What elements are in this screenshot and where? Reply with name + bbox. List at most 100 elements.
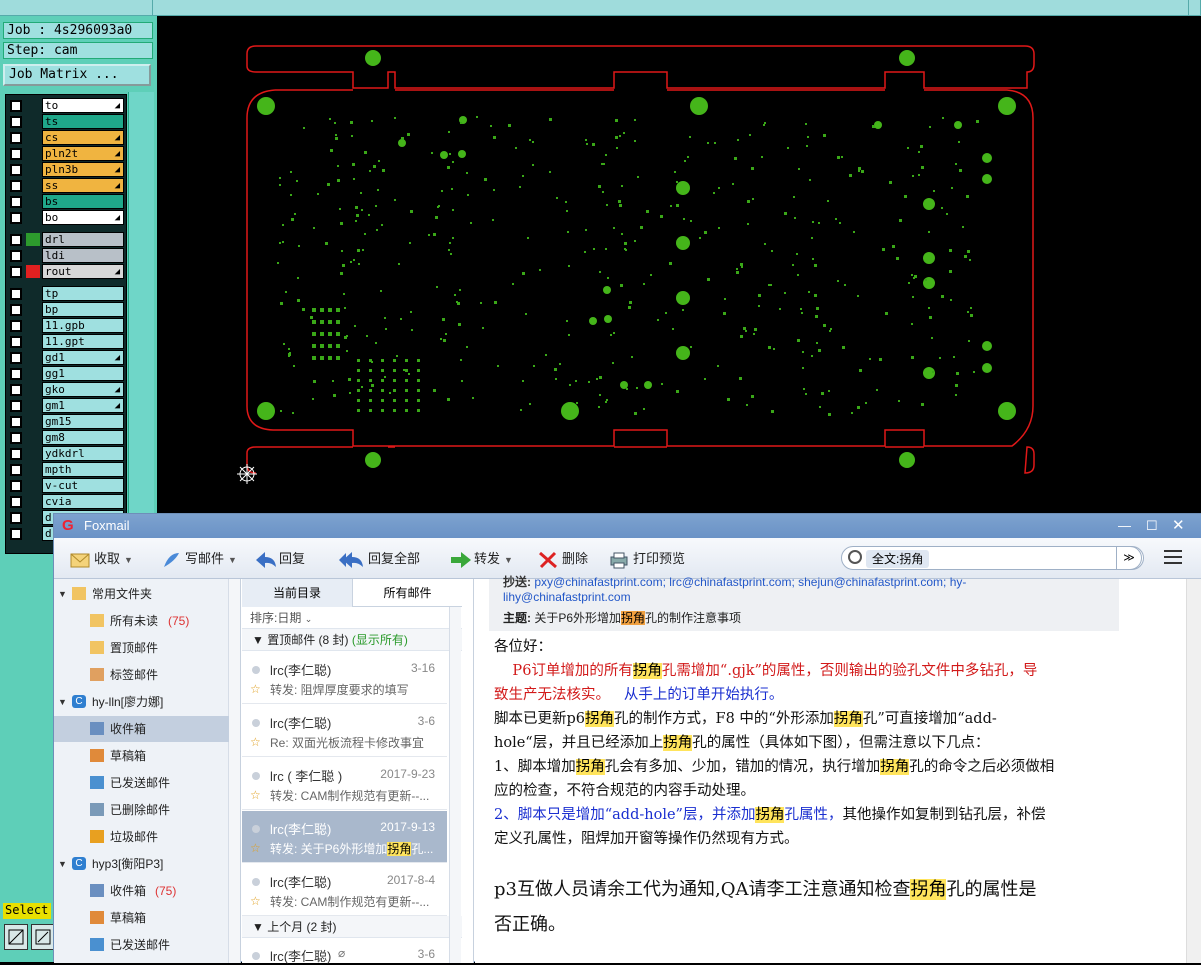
layer-row[interactable]: ts [8,114,126,129]
layer-row[interactable]: gg1 [8,366,126,381]
folder-item[interactable]: 已发送邮件 [54,932,229,958]
layer-row[interactable]: bp [8,302,126,317]
list-item[interactable]: ☆ lrc(李仁聪) 2017-8-4 转发: CAM制作规范有更新--... [242,864,447,916]
layer-checkbox[interactable] [10,480,22,492]
list-item[interactable]: ☆ lrc ( 李仁聪 ) 2017-9-23 转发: CAM制作规范有更新--... [242,758,447,810]
layer-checkbox[interactable] [10,528,22,540]
folder-scrollbar[interactable] [228,579,240,963]
layer-name[interactable]: 11.gpb [42,318,124,333]
folder-item[interactable]: ▼ Chy-lln[廖力娜] [54,689,229,715]
group-pinned[interactable]: ▼ 置顶邮件 (8 封) (显示所有) [242,629,462,651]
chevron-down-icon[interactable]: ▼ [228,555,237,565]
layer-name[interactable]: gg1 [42,366,124,381]
layer-name[interactable]: ss ◢ [42,178,124,193]
print-preview-button[interactable]: 打印预览 [609,548,685,570]
layer-name[interactable]: bp [42,302,124,317]
delete-button[interactable]: 删除 [538,548,588,570]
layer-checkbox[interactable] [10,288,22,300]
chevron-down-icon[interactable]: ▼ [504,555,513,565]
compose-button[interactable]: 写邮件 ▼ [161,548,237,570]
select-tool-icon[interactable] [4,924,28,950]
layer-name[interactable]: bs [42,194,124,209]
layer-row[interactable]: mpth [8,462,126,477]
star-icon[interactable]: ☆ [250,894,261,908]
layer-checkbox[interactable] [10,196,22,208]
close-icon[interactable]: ✕ [1172,516,1185,536]
layer-row[interactable]: 11.gpb [8,318,126,333]
layer-row[interactable]: gm8 [8,430,126,445]
layer-name[interactable]: to ◢ [42,98,124,113]
layer-checkbox[interactable] [10,116,22,128]
layer-row[interactable]: to ◢ [8,98,126,113]
cc-addresses[interactable]: pxy@chinafastprint.com; lrc@chinafastpri… [534,575,966,589]
layer-checkbox[interactable] [10,164,22,176]
tab-all-mail[interactable]: 所有邮件 [352,579,462,607]
layer-row[interactable]: gm1 ◢ [8,398,126,413]
draw-tool-icon[interactable] [31,924,55,950]
pcb-canvas[interactable] [157,16,1201,513]
maximize-icon[interactable]: ☐ [1146,516,1158,536]
folder-item[interactable]: ▼ Chyp3[衡阳P3] [54,851,229,877]
layer-checkbox[interactable] [10,266,22,278]
layer-checkbox[interactable] [10,368,22,380]
layer-name[interactable]: drl [42,232,124,247]
layer-row[interactable]: rout ◢ [8,264,126,279]
layer-name[interactable]: cs ◢ [42,130,124,145]
tab-current-folder[interactable]: 当前目录 [242,579,352,607]
list-item[interactable]: ☆ lrc(李仁聪) 3-6 Re: 双面光板流程卡修改事宜 [242,705,447,757]
layer-name[interactable]: 11.gpt [42,334,124,349]
star-icon[interactable]: ☆ [250,735,261,749]
forward-button[interactable]: 转发 ▼ [450,548,513,570]
group-last-month[interactable]: ▼ 上个月 (2 封) [242,916,462,938]
reader-scrollbar[interactable] [1186,579,1201,963]
star-icon[interactable]: ☆ [250,682,261,696]
layer-row[interactable]: pln3b ◢ [8,162,126,177]
layer-name[interactable]: v-cut [42,478,124,493]
layer-row[interactable]: ydkdrl [8,446,126,461]
layer-checkbox[interactable] [10,132,22,144]
layer-checkbox[interactable] [10,448,22,460]
search-box[interactable]: 全文:拐角 × [841,546,1144,570]
job-matrix-button[interactable]: Job Matrix ... [3,64,151,86]
folder-item[interactable]: ▼ 常用文件夹 [54,581,229,607]
layer-color-swatch[interactable] [26,233,40,246]
mail-list-scrollbar[interactable] [449,607,461,963]
chevron-down-icon[interactable]: ▼ [124,555,133,565]
layer-checkbox[interactable] [10,148,22,160]
layer-row[interactable]: cvia [8,494,126,509]
layer-name[interactable]: cvia [42,494,124,509]
folder-item[interactable]: 置顶邮件 [54,635,229,661]
layer-row[interactable]: v-cut [8,478,126,493]
folder-item[interactable]: 标签邮件 [54,662,229,688]
layer-checkbox[interactable] [10,400,22,412]
layer-color-swatch[interactable] [26,265,40,278]
layer-row[interactable]: ldi [8,248,126,263]
folder-item[interactable]: 垃圾邮件 [54,824,229,850]
reply-button[interactable]: 回复 [255,548,305,570]
folder-item[interactable]: 所有未读 (75) [54,608,229,634]
layer-checkbox[interactable] [10,336,22,348]
layer-checkbox[interactable] [10,100,22,112]
folder-item[interactable]: 已发送邮件 [54,770,229,796]
layer-name[interactable]: ldi [42,248,124,263]
search-options-icon[interactable]: ≫ [1116,546,1142,570]
list-item[interactable]: ☆ lrc(李仁聪) 3-16 转发: 阻焊厚度要求的填写 [242,652,447,704]
layer-checkbox[interactable] [10,496,22,508]
layer-checkbox[interactable] [10,180,22,192]
layer-checkbox[interactable] [10,384,22,396]
layer-row[interactable]: gm15 [8,414,126,429]
layer-name[interactable]: ts [42,114,124,129]
layer-checkbox[interactable] [10,250,22,262]
layer-name[interactable]: gko ◢ [42,382,124,397]
layer-row[interactable]: gko ◢ [8,382,126,397]
layer-name[interactable]: ydkdrl [42,446,124,461]
layer-name[interactable]: mpth [42,462,124,477]
layer-name[interactable]: bo ◢ [42,210,124,225]
layer-checkbox[interactable] [10,212,22,224]
layer-checkbox[interactable] [10,416,22,428]
layer-row[interactable]: tp [8,286,126,301]
layer-checkbox[interactable] [10,304,22,316]
layer-name[interactable]: pln2t ◢ [42,146,124,161]
receive-button[interactable]: 收取 ▼ [70,548,133,570]
layer-checkbox[interactable] [10,432,22,444]
